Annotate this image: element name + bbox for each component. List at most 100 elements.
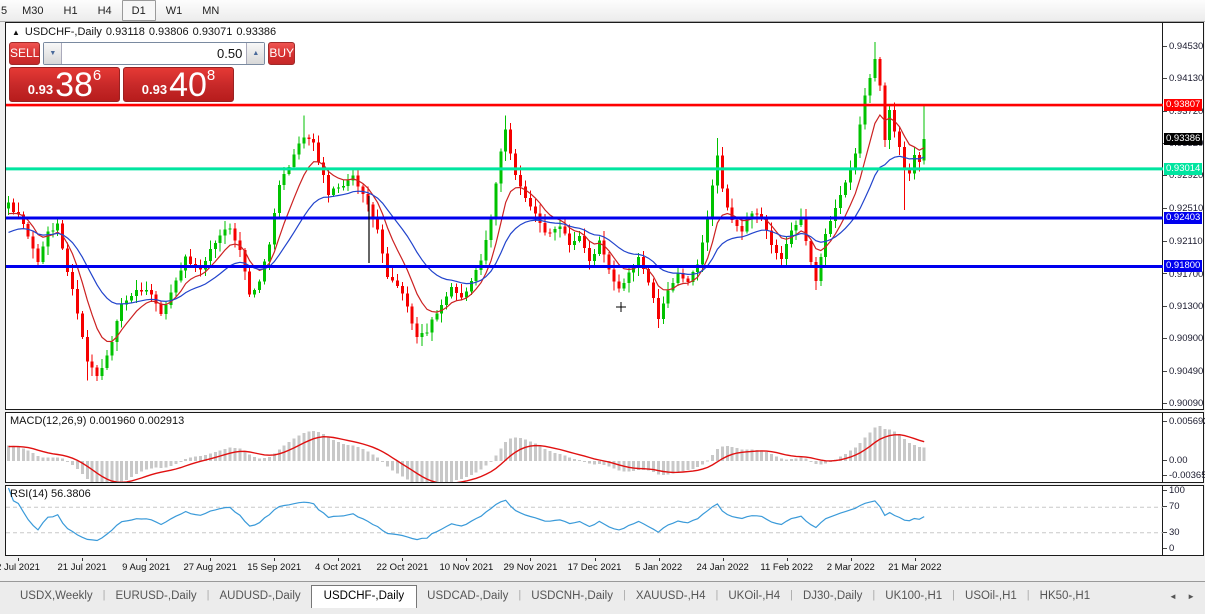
- ohlc-high: 0.93806: [149, 26, 189, 38]
- date-tick: [18, 558, 19, 561]
- timeframe-mn[interactable]: MN: [192, 0, 229, 21]
- macd-tick: 0.005692: [1163, 417, 1205, 427]
- chart-ohlc-header: ▲ USDCHF-,Daily 0.93118 0.93806 0.930710.933…: [12, 26, 280, 38]
- price-chart-plot[interactable]: ▲ USDCHF-,Daily 0.93118 0.93806 0.930710.933…: [6, 23, 1163, 409]
- date-label: 27 Aug 2021: [183, 562, 236, 573]
- one-click-trading-panel: SELL ▼ ▲ BUY 0.93 38 6: [9, 42, 234, 102]
- tab-dj30-daily[interactable]: DJ30-,Daily: [793, 586, 872, 607]
- chevron-down-icon: ▼: [49, 50, 56, 57]
- collapse-triangle-icon[interactable]: ▲: [12, 28, 20, 37]
- rsi-plot[interactable]: RSI(14) 56.3806: [6, 486, 1163, 555]
- tick-dash-icon: [1163, 506, 1167, 507]
- buy-price-display[interactable]: 0.93 40 8: [123, 67, 234, 102]
- date-tick: [146, 558, 147, 561]
- date-axis[interactable]: 2 Jul 202121 Jul 20219 Aug 202127 Aug 20…: [5, 558, 1204, 576]
- buy-button[interactable]: BUY: [268, 42, 295, 65]
- date-label: 11 Feb 2022: [760, 562, 813, 573]
- symbol-label: USDCHF-,Daily: [25, 26, 102, 38]
- tick-dash-icon: [1163, 460, 1167, 461]
- timeframe-d1[interactable]: D1: [122, 0, 156, 21]
- chevron-up-icon: ▲: [252, 50, 259, 57]
- volume-input[interactable]: [62, 43, 246, 64]
- date-tick: [851, 558, 852, 561]
- tab-usoil-h1[interactable]: USOil-,H1: [955, 586, 1027, 607]
- date-label: 15 Sep 2021: [247, 562, 301, 573]
- tab-scroll-arrows[interactable]: ◄ ►: [1169, 592, 1199, 607]
- ohlc-close: 0.93386: [236, 26, 276, 38]
- level-line-price-2: 0.91800: [1164, 260, 1202, 272]
- date-label: 10 Nov 2021: [439, 562, 493, 573]
- tab-audusd-daily[interactable]: AUDUSD-,Daily: [210, 586, 311, 607]
- timeframe-w1[interactable]: W1: [156, 0, 193, 21]
- tab-ukoil-h4[interactable]: UKOil-,H4: [718, 586, 790, 607]
- date-label: 22 Oct 2021: [376, 562, 428, 573]
- price-tick: 0.90900: [1163, 334, 1203, 344]
- tick-dash-icon: [1163, 338, 1167, 339]
- buy-price-big: 40: [169, 70, 207, 100]
- tick-dash-icon: [1163, 306, 1167, 307]
- price-tick: 0.91300: [1163, 302, 1203, 312]
- volume-increase-button[interactable]: ▲: [246, 43, 264, 64]
- tick-dash-icon: [1163, 208, 1167, 209]
- rsi-label: RSI(14) 56.3806: [10, 488, 91, 500]
- ohlc-low: 0.93071: [193, 26, 233, 38]
- timeframe-toolbar: 5M30H1H4D1W1MN: [0, 0, 1205, 22]
- buy-price-small: 0.93: [142, 80, 167, 100]
- rsi-pane-row: RSI(14) 56.3806 10070300: [5, 485, 1204, 556]
- rsi-chart: [6, 486, 1163, 555]
- tick-dash-icon: [1163, 532, 1167, 533]
- date-tick: [82, 558, 83, 561]
- timeframe-h4[interactable]: H4: [88, 0, 122, 21]
- date-tick: [210, 558, 211, 561]
- rsi-tick: 100: [1163, 486, 1185, 496]
- date-tick: [530, 558, 531, 561]
- date-tick: [402, 558, 403, 561]
- trading-terminal: 5M30H1H4D1W1MN ▲ USDCHF-,Daily 0.93118 0.93…: [0, 0, 1205, 614]
- tab-uk100-h1[interactable]: UK100-,H1: [875, 586, 952, 607]
- macd-plot[interactable]: MACD(12,26,9) 0.001960 0.002913: [6, 413, 1163, 482]
- tick-dash-icon: [1163, 78, 1167, 79]
- tick-dash-icon: [1163, 403, 1167, 404]
- date-tick: [915, 558, 916, 561]
- date-tick: [466, 558, 467, 561]
- date-tick: [787, 558, 788, 561]
- tick-dash-icon: [1163, 273, 1167, 274]
- tick-dash-icon: [1163, 46, 1167, 47]
- sell-price-small: 0.93: [28, 80, 53, 100]
- tab-xauusd-h4[interactable]: XAUUSD-,H4: [626, 586, 716, 607]
- rsi-axis: 10070300: [1163, 486, 1202, 555]
- macd-axis: 0.0056920.00-0.00365: [1163, 413, 1202, 482]
- support-line-price: 0.93014: [1164, 163, 1202, 175]
- macd-label: MACD(12,26,9) 0.001960 0.002913: [10, 415, 184, 427]
- chart-window: ▲ USDCHF-,Daily 0.93118 0.93806 0.930710.933…: [5, 22, 1204, 576]
- resistance-line-price: 0.93807: [1164, 99, 1202, 111]
- tab-eurusd-daily[interactable]: EURUSD-,Daily: [106, 586, 207, 607]
- timeframe-h1[interactable]: H1: [54, 0, 88, 21]
- tab-hk50-h1[interactable]: HK50-,H1: [1030, 586, 1101, 607]
- sell-price-display[interactable]: 0.93 38 6: [9, 67, 120, 102]
- date-label: 2 Mar 2022: [827, 562, 875, 573]
- timeframe-5[interactable]: 5: [0, 0, 12, 21]
- date-label: 24 Jan 2022: [697, 562, 749, 573]
- tab-usdchf-daily[interactable]: USDCHF-,Daily: [311, 585, 418, 608]
- tick-dash-icon: [1163, 421, 1167, 422]
- level-line-price: 0.92403: [1164, 212, 1202, 224]
- ohlc-open: 0.93118: [106, 26, 145, 38]
- price-axis[interactable]: 0.945300.941300.937200.933200.929200.925…: [1163, 23, 1202, 409]
- volume-decrease-button[interactable]: ▼: [44, 43, 62, 64]
- tick-dash-icon: [1163, 490, 1167, 491]
- rsi-tick: 0: [1163, 544, 1174, 554]
- tab-usdx-weekly[interactable]: USDX,Weekly: [10, 586, 103, 607]
- date-tick: [274, 558, 275, 561]
- tab-usdcad-daily[interactable]: USDCAD-,Daily: [417, 586, 518, 607]
- price-tick: 0.90090: [1163, 399, 1203, 409]
- price-tick: 0.92110: [1163, 237, 1203, 247]
- timeframe-m30[interactable]: M30: [12, 0, 53, 21]
- sell-button[interactable]: SELL: [9, 42, 40, 65]
- tick-dash-icon: [1163, 111, 1167, 112]
- date-label: 2 Jul 2021: [0, 562, 40, 573]
- volume-spinner: ▼ ▲: [43, 42, 265, 65]
- sell-price-pip: 6: [93, 70, 101, 82]
- tab-usdcnh-daily[interactable]: USDCNH-,Daily: [521, 586, 623, 607]
- date-label: 21 Mar 2022: [888, 562, 941, 573]
